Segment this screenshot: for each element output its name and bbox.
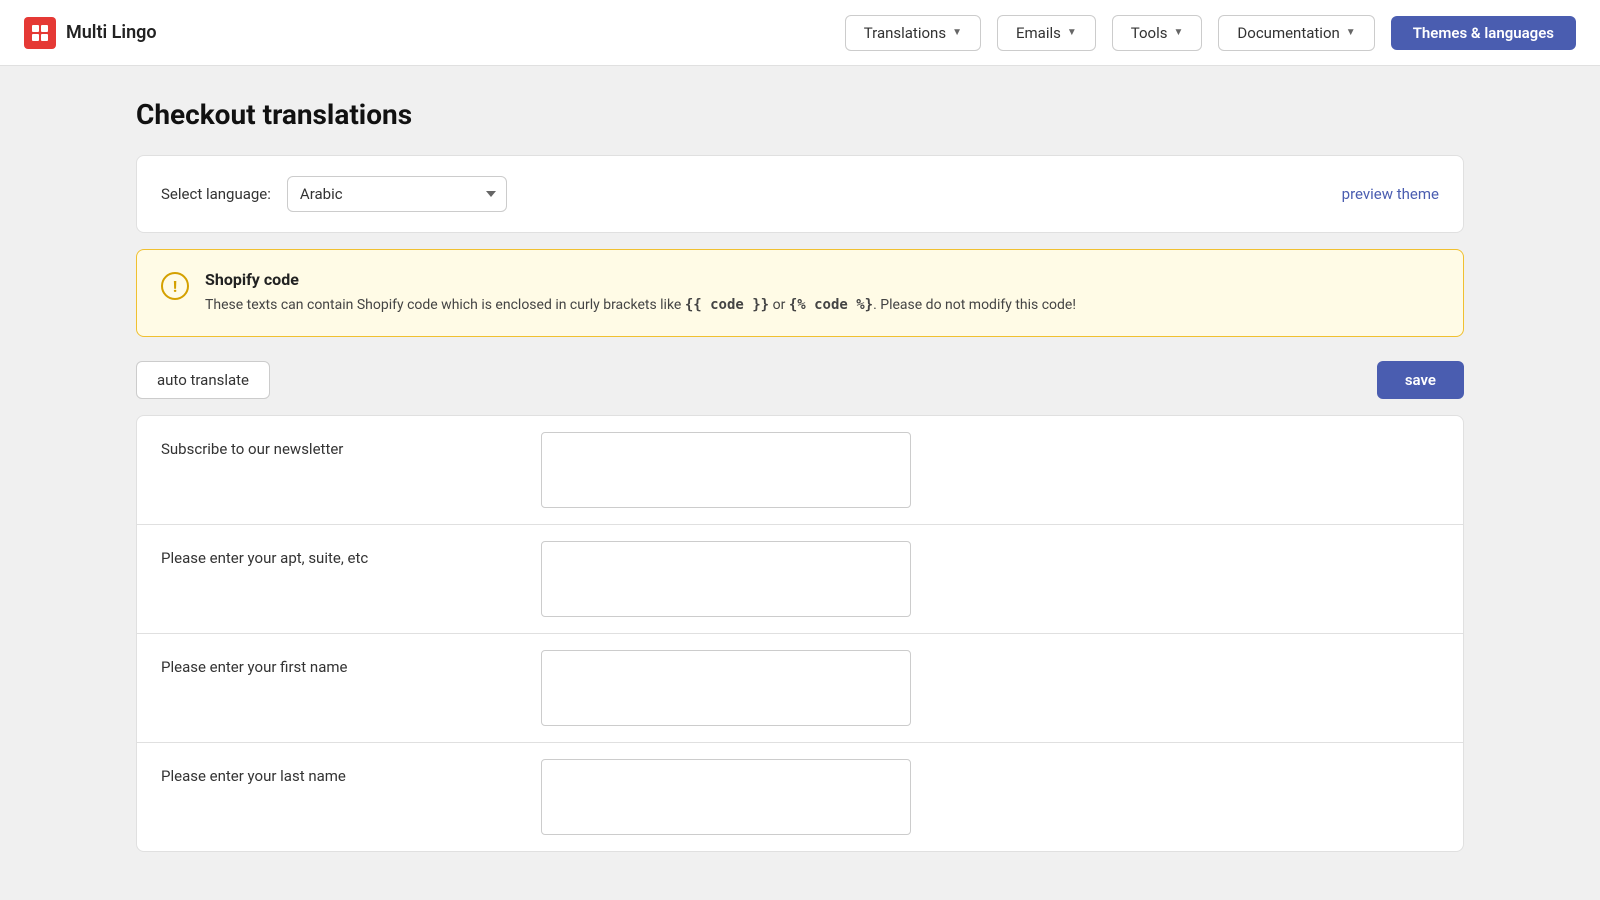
warning-body: These texts can contain Shopify code whi… [205,295,1439,316]
translation-label: Please enter your first name [137,634,517,742]
translation-label: Please enter your last name [137,743,517,851]
shopify-code-warning: ! Shopify code These texts can contain S… [136,249,1464,337]
translation-input-cell [517,525,1463,633]
table-row: Subscribe to our newsletter [137,416,1463,525]
warning-title: Shopify code [205,270,1439,289]
translation-input[interactable] [541,759,911,835]
translation-input[interactable] [541,650,911,726]
warning-body-middle: or [769,297,789,313]
warning-text-block: Shopify code These texts can contain Sho… [205,270,1439,316]
navbar: Multi Lingo Translations ▼ Emails ▼ Tool… [0,0,1600,66]
preview-theme-link[interactable]: preview theme [1342,185,1439,203]
brand-logo-icon [24,17,56,49]
table-row: Please enter your last name [137,743,1463,851]
emails-chevron-icon: ▼ [1067,27,1077,38]
translations-nav-button[interactable]: Translations ▼ [845,15,981,51]
documentation-nav-button[interactable]: Documentation ▼ [1218,15,1374,51]
translation-input-cell [517,743,1463,851]
warning-body-suffix: . Please do not modify this code! [873,297,1076,313]
language-select[interactable]: Arabic English French Spanish German Chi… [287,176,507,212]
main-content: Checkout translations Select language: A… [0,66,1600,900]
brand-name: Multi Lingo [66,22,157,43]
themes-languages-button[interactable]: Themes & languages [1391,16,1576,50]
translation-label: Subscribe to our newsletter [137,416,517,524]
emails-nav-button[interactable]: Emails ▼ [997,15,1096,51]
tools-chevron-icon: ▼ [1174,27,1184,38]
translation-input-cell [517,634,1463,742]
translation-table: Subscribe to our newsletter Please enter… [136,415,1464,852]
action-row: auto translate save [136,361,1464,399]
select-language-label: Select language: [161,185,271,203]
language-select-group: Select language: Arabic English French S… [161,176,507,212]
warning-body-prefix: These texts can contain Shopify code whi… [205,297,685,313]
save-button[interactable]: save [1377,361,1464,399]
documentation-chevron-icon: ▼ [1346,27,1356,38]
brand: Multi Lingo [24,17,157,49]
translation-label: Please enter your apt, suite, etc [137,525,517,633]
warning-code2: {% code %} [789,297,873,313]
language-select-row: Select language: Arabic English French S… [136,155,1464,233]
warning-icon: ! [161,272,189,300]
translation-input[interactable] [541,432,911,508]
translation-input[interactable] [541,541,911,617]
page-title: Checkout translations [136,98,1464,131]
table-row: Please enter your apt, suite, etc [137,525,1463,634]
tools-nav-button[interactable]: Tools ▼ [1112,15,1203,51]
warning-code1: {{ code }} [685,297,769,313]
auto-translate-button[interactable]: auto translate [136,361,270,399]
translation-input-cell [517,416,1463,524]
translations-chevron-icon: ▼ [952,27,962,38]
table-row: Please enter your first name [137,634,1463,743]
